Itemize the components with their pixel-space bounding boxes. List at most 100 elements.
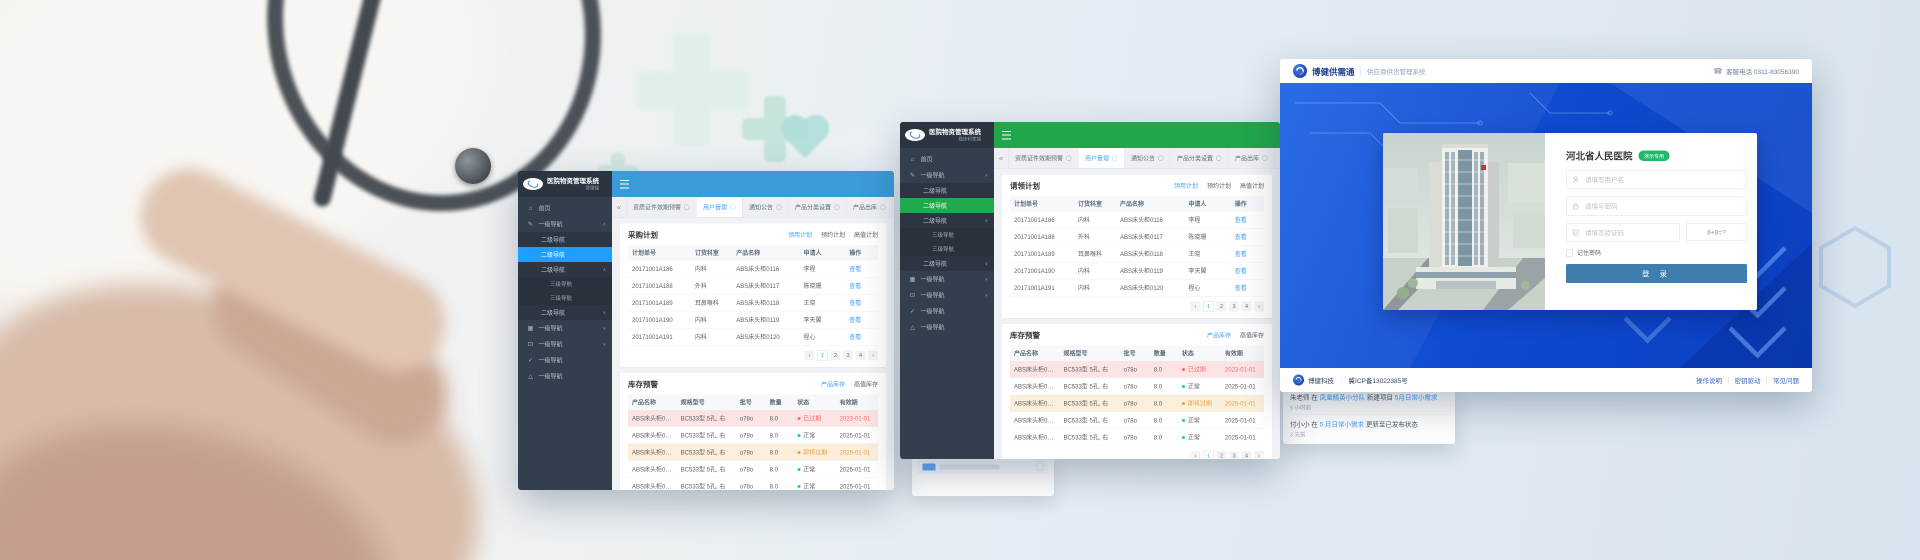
cell: 内科	[691, 311, 732, 328]
topbar	[994, 122, 1280, 148]
pager-page[interactable]: 3	[1229, 451, 1239, 459]
text-link[interactable]: 产品库存	[1207, 331, 1231, 340]
chevron-up-icon: ∧	[985, 218, 988, 224]
sidebar-item[interactable]: 首页	[518, 200, 612, 216]
tab[interactable]: 产品分类设置	[789, 197, 847, 217]
sidebar-item[interactable]: 一级导航∧	[900, 167, 994, 183]
pager-page[interactable]: 4	[856, 351, 866, 361]
sidebar-item[interactable]: 首页	[900, 151, 994, 167]
captcha-question[interactable]: 6+8=?	[1686, 223, 1747, 241]
text-link[interactable]: 常见问题	[1766, 375, 1799, 385]
sidebar-item[interactable]: 一级导航∧	[518, 216, 612, 232]
placeholder-text-bar	[940, 465, 1000, 470]
view-link[interactable]: 查看	[849, 317, 861, 324]
pager-prev-icon[interactable]: ‹	[1191, 451, 1201, 459]
list-item[interactable]	[918, 460, 1048, 474]
tab[interactable]: 用户管理	[1079, 148, 1125, 168]
tab[interactable]: 产品出库	[1229, 148, 1275, 168]
pager-page[interactable]: 3	[1229, 302, 1239, 312]
pager-page[interactable]: 4	[1242, 302, 1252, 312]
tab-status-icon	[730, 204, 736, 210]
pager-page[interactable]: 1	[1203, 451, 1214, 460]
sidebar-item[interactable]: 一级导航	[900, 319, 994, 335]
text-link[interactable]: 预约计划	[821, 231, 845, 240]
pager-next-icon[interactable]: ›	[868, 351, 878, 361]
menu-toggle-icon[interactable]	[620, 180, 629, 189]
tab[interactable]: 通知公告	[1125, 148, 1171, 168]
sidebar-item[interactable]: 二级导航∧	[518, 262, 612, 277]
tab[interactable]: 产品分类设置	[1171, 148, 1229, 168]
view-link[interactable]: 查看	[1235, 285, 1247, 292]
pager-next-icon[interactable]: ›	[1254, 451, 1264, 459]
feed-link[interactable]: 5 月日常小需求	[1320, 421, 1364, 429]
sidebar-item[interactable]: 一级导航∨	[518, 320, 612, 336]
pager-next-icon[interactable]: ›	[1254, 302, 1264, 312]
text-link[interactable]: 高值库存	[1240, 331, 1264, 340]
sidebar-item[interactable]: 二级导航∨	[900, 256, 994, 271]
text-link[interactable]: 高值计划	[854, 231, 878, 240]
text-link[interactable]: 领用计划	[1174, 182, 1198, 191]
password-input[interactable]	[1584, 202, 1741, 211]
cell: 李程	[800, 261, 846, 278]
view-link[interactable]: 查看	[1235, 268, 1247, 275]
sidebar-item[interactable]: 一级导航∨	[900, 287, 994, 303]
pager-page[interactable]: 2	[1217, 302, 1227, 312]
collapse-tabs-icon[interactable]: «	[994, 148, 1009, 168]
column-header: 产品名称	[732, 245, 799, 261]
view-link[interactable]: 查看	[849, 300, 861, 307]
pager-page[interactable]: 2	[1217, 451, 1227, 459]
text-link[interactable]: 预约计划	[1207, 182, 1231, 191]
view-link[interactable]: 查看	[1235, 217, 1247, 224]
text-link[interactable]: 产品库存	[821, 380, 845, 389]
tab[interactable]: 通知公告	[743, 197, 789, 217]
sidebar-item[interactable]: 二级导航	[900, 183, 994, 198]
feed-link[interactable]: 5月日常小需求	[1395, 394, 1438, 402]
column-header: 批号	[1120, 346, 1150, 362]
sidebar-item[interactable]: 三级导航	[518, 277, 612, 291]
text-link[interactable]: 操作说明	[1696, 375, 1722, 385]
sidebar-item[interactable]: 一级导航∨	[900, 271, 994, 287]
sidebar-item[interactable]: 三级导航	[518, 291, 612, 305]
menu-toggle-icon[interactable]	[1002, 131, 1011, 140]
tab[interactable]: 资质证件效期预警	[1009, 148, 1079, 168]
sidebar-item[interactable]: 二级导航∧	[900, 213, 994, 228]
pager-page[interactable]: 1	[1203, 301, 1214, 312]
pager-page[interactable]: 4	[1242, 451, 1252, 459]
sidebar-item[interactable]: 二级导航	[518, 247, 612, 262]
text-link[interactable]: 高值计划	[1240, 182, 1264, 191]
username-input[interactable]	[1584, 175, 1741, 184]
cell: 耳鼻喉科	[691, 294, 732, 311]
remember-checkbox[interactable]	[1566, 249, 1573, 256]
sidebar-item[interactable]: 三级导航	[900, 242, 994, 256]
tab[interactable]: 资质证件效期预警	[627, 197, 697, 217]
sidebar-item[interactable]: 二级导航∨	[518, 305, 612, 320]
pager-prev-icon[interactable]: ‹	[805, 351, 815, 361]
sidebar-item[interactable]: 一级导航∨	[518, 336, 612, 352]
captcha-input[interactable]	[1584, 228, 1674, 237]
pager-prev-icon[interactable]: ‹	[1191, 302, 1201, 312]
status-text: 正常	[803, 432, 815, 439]
view-link[interactable]: 查看	[1235, 251, 1247, 258]
login-button[interactable]: 登 录	[1566, 264, 1747, 283]
collapse-tabs-icon[interactable]: «	[612, 197, 627, 217]
feed-link[interactable]: 凤凰精英小分队	[1320, 394, 1366, 402]
view-link[interactable]: 查看	[1235, 234, 1247, 241]
view-link[interactable]: 查看	[849, 334, 861, 341]
sidebar-item[interactable]: 三级导航	[900, 228, 994, 242]
pager-page[interactable]: 3	[843, 351, 853, 361]
sidebar-item[interactable]: 一级导航	[518, 368, 612, 384]
text-link[interactable]: 密钥驱动	[1728, 375, 1761, 385]
pager-page[interactable]: 1	[817, 350, 828, 361]
sidebar-item[interactable]: 一级导航	[518, 352, 612, 368]
text-link[interactable]: 高值库存	[854, 380, 878, 389]
sidebar-item[interactable]: 二级导航	[518, 232, 612, 247]
view-link[interactable]: 查看	[849, 283, 861, 290]
sidebar-item-label: 一级导航	[539, 356, 563, 365]
tab[interactable]: 用户管理	[697, 197, 743, 217]
sidebar-item[interactable]: 二级导航	[900, 198, 994, 213]
text-link[interactable]: 领用计划	[788, 231, 812, 240]
view-link[interactable]: 查看	[849, 266, 861, 273]
tab[interactable]: 产品出库	[847, 197, 893, 217]
pager-page[interactable]: 2	[831, 351, 841, 361]
sidebar-item[interactable]: 一级导航	[900, 303, 994, 319]
